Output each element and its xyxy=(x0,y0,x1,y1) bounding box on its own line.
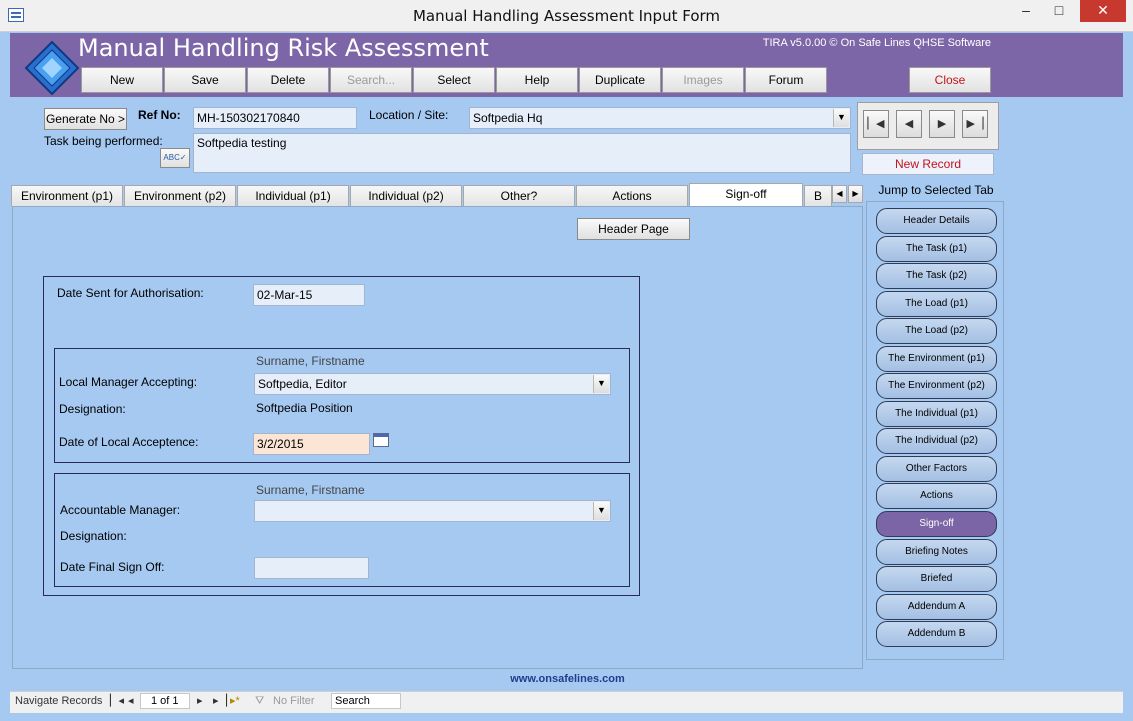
select-button[interactable]: Select xyxy=(413,67,495,93)
minimize-button[interactable]: – xyxy=(1010,0,1042,22)
app-title: Manual Handling Risk Assessment xyxy=(78,34,489,62)
previous-record-button[interactable]: ◀ xyxy=(896,110,922,138)
next-record-nav-button[interactable]: ▸ xyxy=(197,693,203,709)
navigate-records-label: Navigate Records xyxy=(15,695,103,707)
jump-environment-p1[interactable]: The Environment (p1) xyxy=(876,346,997,372)
final-signoff-date-field[interactable] xyxy=(254,557,369,579)
chevron-down-icon[interactable]: ▼ xyxy=(833,109,849,127)
local-acceptance-label: Date of Local Acceptence: xyxy=(59,435,199,449)
jump-header-details[interactable]: Header Details xyxy=(876,208,997,234)
window-close-button[interactable]: ✕ xyxy=(1080,0,1126,22)
designation-label-2: Designation: xyxy=(60,529,127,543)
jump-sign-off[interactable]: Sign-off xyxy=(876,511,997,537)
logo-diamond-icon xyxy=(24,40,80,96)
tab-individual-p2[interactable]: Individual (p2) xyxy=(350,185,462,206)
local-acceptance-date-field[interactable]: 3/2/2015 xyxy=(253,433,370,455)
designation-value: Softpedia Position xyxy=(256,401,353,415)
jump-individual-p1[interactable]: The Individual (p1) xyxy=(876,401,997,427)
window-titlebar: Manual Handling Assessment Input Form – … xyxy=(0,0,1133,32)
record-search-input[interactable]: Search xyxy=(331,693,401,709)
save-button[interactable]: Save xyxy=(164,67,246,93)
accountable-manager-label: Accountable Manager: xyxy=(60,503,181,517)
jump-other-factors[interactable]: Other Factors xyxy=(876,456,997,482)
task-field[interactable]: Softpedia testing xyxy=(193,133,851,173)
version-text: TIRA v5.0.00 © On Safe Lines QHSE Softwa… xyxy=(762,37,991,49)
local-manager-select[interactable]: Softpedia, Editor ▼ xyxy=(254,373,611,395)
forum-button[interactable]: Forum xyxy=(745,67,827,93)
record-counter: 1 of 1 xyxy=(151,695,179,707)
close-button[interactable]: Close xyxy=(909,67,991,93)
last-record-nav-button[interactable]: ▸▕ xyxy=(213,693,227,709)
jump-briefing-notes[interactable]: Briefing Notes xyxy=(876,539,997,565)
local-manager-label: Local Manager Accepting: xyxy=(59,375,198,389)
new-button[interactable]: New xyxy=(81,67,163,93)
tab-sign-off[interactable]: Sign-off xyxy=(689,183,803,207)
header-page-button[interactable]: Header Page xyxy=(577,218,690,240)
last-record-button[interactable]: ▶▕ xyxy=(962,110,988,138)
local-manager-value: Softpedia, Editor xyxy=(258,377,347,391)
calendar-icon[interactable] xyxy=(373,433,389,447)
jump-individual-p2[interactable]: The Individual (p2) xyxy=(876,428,997,454)
jump-load-p1[interactable]: The Load (p1) xyxy=(876,291,997,317)
tab-other[interactable]: Other? xyxy=(463,185,575,206)
jump-addendum-b[interactable]: Addendum B xyxy=(876,621,997,647)
spell-check-icon[interactable]: ABC✓ xyxy=(160,148,190,168)
generate-number-button[interactable]: Generate No > xyxy=(44,108,127,130)
next-record-button[interactable]: ▶ xyxy=(929,110,955,138)
tab-actions[interactable]: Actions xyxy=(576,185,688,206)
delete-button[interactable]: Delete xyxy=(247,67,329,93)
designation-label: Designation: xyxy=(59,402,126,416)
ref-no-field[interactable]: MH-150302170840 xyxy=(193,107,357,129)
accountable-manager-select[interactable]: ▼ xyxy=(254,500,611,522)
jump-task-p1[interactable]: The Task (p1) xyxy=(876,236,997,262)
location-select[interactable]: Softpedia Hq ▼ xyxy=(469,107,851,129)
record-search-text: Search xyxy=(335,695,370,707)
jump-briefed[interactable]: Briefed xyxy=(876,566,997,592)
maximize-button[interactable]: □ xyxy=(1043,0,1075,22)
date-sent-label: Date Sent for Authorisation: xyxy=(57,286,204,300)
jump-task-p2[interactable]: The Task (p2) xyxy=(876,263,997,289)
tab-scroll-right-icon[interactable]: ▶ xyxy=(848,185,863,203)
no-filter-button[interactable]: No Filter xyxy=(273,693,315,709)
first-record-button[interactable]: ▏◀ xyxy=(863,110,889,138)
location-value: Softpedia Hq xyxy=(473,111,543,125)
name-hint-2: Surname, Firstname xyxy=(256,483,365,497)
tab-scroll-left-icon[interactable]: ◀ xyxy=(832,185,847,203)
previous-record-nav-button[interactable]: ◂ xyxy=(128,693,134,709)
duplicate-button[interactable]: Duplicate xyxy=(579,67,661,93)
tab-b[interactable]: B xyxy=(804,185,832,206)
first-record-nav-button[interactable]: ▏◂ xyxy=(110,693,124,709)
window-title: Manual Handling Assessment Input Form xyxy=(412,7,721,25)
chevron-down-icon[interactable]: ▼ xyxy=(593,375,609,393)
new-record-nav-button[interactable]: ▸* xyxy=(230,693,240,709)
images-button[interactable]: Images xyxy=(662,67,744,93)
help-button[interactable]: Help xyxy=(496,67,578,93)
website-link[interactable]: www.onsafelines.com xyxy=(12,670,1123,688)
name-hint: Surname, Firstname xyxy=(256,354,365,368)
jump-panel-title: Jump to Selected Tab xyxy=(878,183,994,197)
tab-environment-p2[interactable]: Environment (p2) xyxy=(124,185,236,206)
new-record-indicator: New Record xyxy=(862,153,994,175)
jump-load-p2[interactable]: The Load (p2) xyxy=(876,318,997,344)
search-button[interactable]: Search... xyxy=(330,67,412,93)
tab-environment-p1[interactable]: Environment (p1) xyxy=(11,185,123,206)
location-label: Location / Site: xyxy=(369,108,449,122)
final-signoff-label: Date Final Sign Off: xyxy=(60,560,165,574)
task-label: Task being performed: xyxy=(44,134,163,148)
chevron-down-icon[interactable]: ▼ xyxy=(593,502,609,520)
jump-actions[interactable]: Actions xyxy=(876,483,997,509)
jump-environment-p2[interactable]: The Environment (p2) xyxy=(876,373,997,399)
date-sent-field[interactable]: 02-Mar-15 xyxy=(253,284,365,306)
jump-addendum-a[interactable]: Addendum A xyxy=(876,594,997,620)
tab-individual-p1[interactable]: Individual (p1) xyxy=(237,185,349,206)
ref-no-label: Ref No: xyxy=(138,108,181,122)
filter-icon[interactable]: ⛛ xyxy=(255,693,264,709)
record-counter-field[interactable]: 1 of 1 xyxy=(140,693,190,709)
